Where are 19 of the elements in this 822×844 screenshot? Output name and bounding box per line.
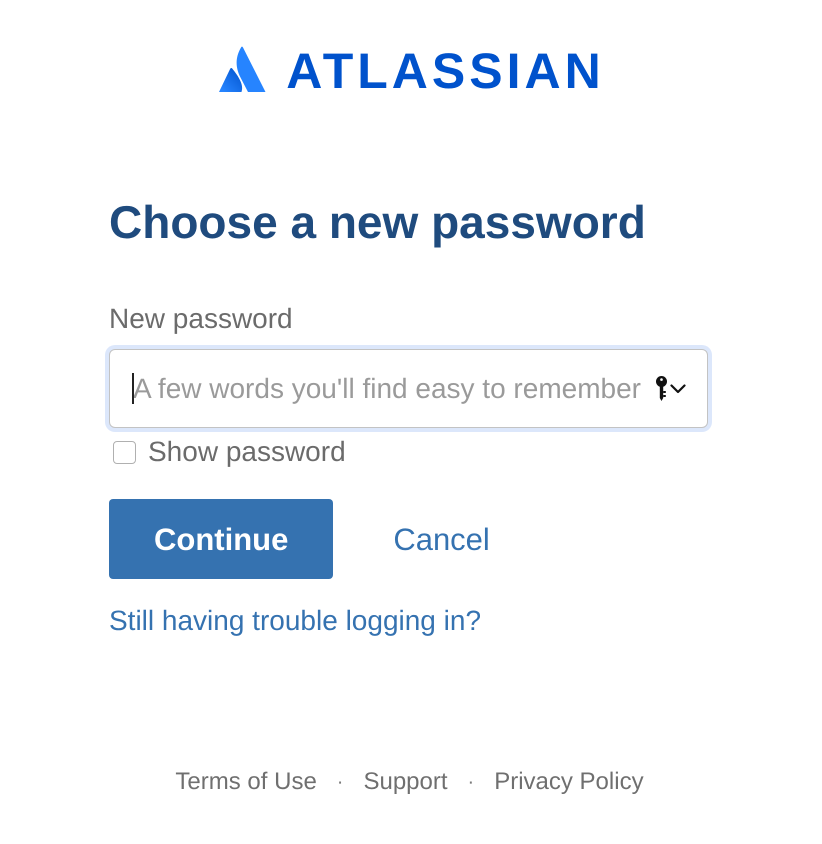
checkbox-label: Show password [148,438,346,466]
cancel-link[interactable]: Cancel [393,524,490,554]
field-label: New password [109,305,293,333]
logo-wordmark: ATLASSIAN [286,46,605,96]
key-icon [656,376,667,401]
chevron-down-icon [670,384,686,394]
footer-separator: · [336,772,344,792]
footer-link[interactable]: Privacy Policy [494,770,644,794]
key-menu-button[interactable] [656,376,686,401]
help-link[interactable]: Still having trouble logging in? [109,607,482,635]
logo-icon [219,46,266,92]
password-field[interactable]: A few words you'll find easy to remember [109,349,708,428]
footer-link[interactable]: Terms of Use [175,770,317,794]
page-heading: Choose a new password [109,199,646,245]
text-cursor [132,373,134,404]
show-password-checkbox[interactable] [113,440,136,464]
footer-link[interactable]: Support [363,770,448,794]
footer-separator: · [468,772,474,792]
continue-button[interactable]: Continue [109,499,334,579]
